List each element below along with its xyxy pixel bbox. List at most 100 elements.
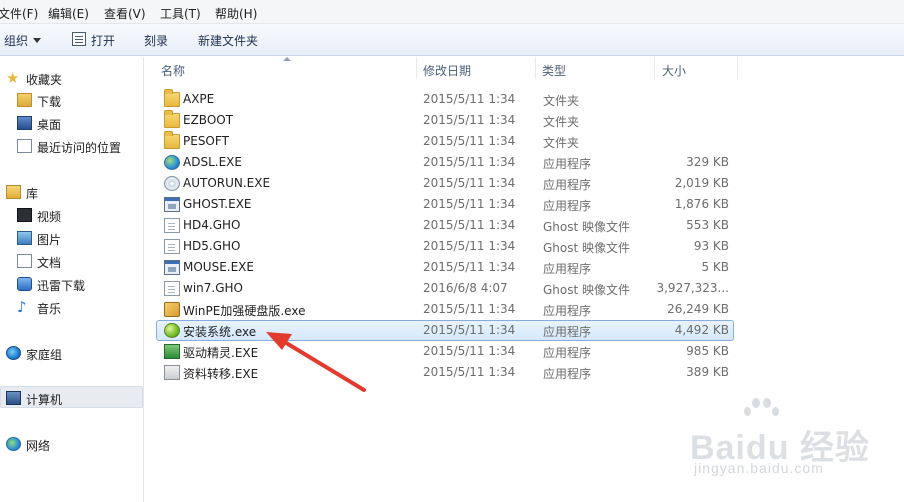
- file-row[interactable]: PESOFT 2015/5/11 1:34 文件夹: [156, 131, 734, 152]
- nav-item-desktop[interactable]: 桌面: [0, 112, 143, 134]
- file-name: AUTORUN.EXE: [183, 176, 271, 190]
- nav-item-libraries[interactable]: 库: [0, 181, 143, 203]
- music-note-icon: ♪: [17, 298, 27, 316]
- file-row[interactable]: 资料转移.EXE 2015/5/11 1:34 应用程序 389 KB: [156, 362, 734, 383]
- nav-label: 视频: [37, 210, 62, 224]
- file-type: Ghost 映像文件: [543, 283, 631, 297]
- chevron-down-icon: [33, 38, 42, 43]
- column-header-type[interactable]: 类型: [536, 57, 654, 81]
- cd-app-icon: [164, 176, 180, 191]
- file-name: WinPE加强硬盘版.exe: [183, 304, 306, 318]
- organize-button[interactable]: 组织: [4, 32, 42, 49]
- file-date: 2016/6/8 4:07: [423, 281, 508, 295]
- column-divider[interactable]: [737, 57, 738, 79]
- network-icon: [6, 437, 21, 451]
- desktop-icon: [17, 116, 32, 130]
- file-size: 3,927,323...: [656, 281, 729, 295]
- file-name: PESOFT: [183, 134, 229, 148]
- video-icon: [17, 208, 32, 222]
- menu-help[interactable]: 帮助(H): [215, 5, 257, 22]
- file-type: 文件夹: [543, 115, 580, 129]
- file-row[interactable]: GHOST.EXE 2015/5/11 1:34 应用程序 1,876 KB: [156, 194, 734, 215]
- recent-places-icon: [17, 139, 32, 153]
- menu-edit[interactable]: 编辑(E): [48, 5, 89, 22]
- file-date: 2015/5/11 1:34: [423, 155, 516, 169]
- file-size: 4,492 KB: [674, 323, 729, 337]
- file-size: 26,249 KB: [667, 302, 729, 316]
- nav-item-network[interactable]: 网络: [0, 433, 143, 455]
- file-type: 应用程序: [543, 178, 592, 192]
- file-date: 2015/5/11 1:34: [423, 92, 516, 106]
- file-row[interactable]: MOUSE.EXE 2015/5/11 1:34 应用程序 5 KB: [156, 257, 734, 278]
- file-size: 389 KB: [686, 365, 729, 379]
- file-row[interactable]: win7.GHO 2016/6/8 4:07 Ghost 映像文件 3,927,…: [156, 278, 734, 299]
- nav-item-documents[interactable]: 文档: [0, 250, 143, 272]
- nav-item-videos[interactable]: 视频: [0, 204, 143, 226]
- file-row[interactable]: WinPE加强硬盘版.exe 2015/5/11 1:34 应用程序 26,24…: [156, 299, 734, 320]
- column-label: 修改日期: [423, 64, 472, 78]
- file-row-selected[interactable]: 安装系统.exe 2015/5/11 1:34 应用程序 4,492 KB: [156, 320, 734, 341]
- file-row[interactable]: HD4.GHO 2015/5/11 1:34 Ghost 映像文件 553 KB: [156, 215, 734, 236]
- file-size: 553 KB: [686, 218, 729, 232]
- document-icon: [164, 281, 180, 296]
- file-size: 5 KB: [701, 260, 729, 274]
- menu-file[interactable]: 文件(F): [0, 5, 38, 22]
- nav-item-pictures[interactable]: 图片: [0, 227, 143, 249]
- file-type: 应用程序: [543, 325, 592, 339]
- nav-item-thunder[interactable]: 迅雷下载: [0, 273, 143, 295]
- column-header-name[interactable]: 名称: [156, 57, 416, 81]
- nav-item-downloads[interactable]: 下载: [0, 89, 143, 111]
- file-date: 2015/5/11 1:34: [423, 218, 516, 232]
- file-name: 驱动精灵.EXE: [183, 346, 259, 360]
- window-app-icon: [164, 260, 180, 275]
- file-size: 985 KB: [686, 344, 729, 358]
- file-type: 应用程序: [543, 157, 592, 171]
- file-type: 应用程序: [543, 346, 592, 360]
- transfer-app-icon: [164, 365, 180, 380]
- column-label: 大小: [662, 64, 687, 78]
- column-header-date[interactable]: 修改日期: [417, 57, 535, 81]
- file-date: 2015/5/11 1:34: [423, 113, 516, 127]
- column-label: 类型: [542, 64, 567, 78]
- file-name: EZBOOT: [183, 113, 234, 127]
- file-date: 2015/5/11 1:34: [423, 302, 516, 316]
- nav-item-computer[interactable]: 计算机: [0, 386, 143, 408]
- folder-icon: [164, 110, 180, 128]
- nav-label: 桌面: [37, 118, 62, 132]
- menu-tools[interactable]: 工具(T): [160, 5, 201, 22]
- nav-item-favorites[interactable]: ★ 收藏夹: [0, 67, 143, 89]
- file-date: 2015/5/11 1:34: [423, 239, 516, 253]
- file-type: 文件夹: [543, 136, 580, 150]
- file-name: 资料转移.EXE: [183, 367, 259, 381]
- file-row[interactable]: AUTORUN.EXE 2015/5/11 1:34 应用程序 2,019 KB: [156, 173, 734, 194]
- star-icon: ★: [6, 69, 20, 87]
- file-row[interactable]: HD5.GHO 2015/5/11 1:34 Ghost 映像文件 93 KB: [156, 236, 734, 257]
- globe-app-icon: [164, 155, 180, 170]
- file-type: 应用程序: [543, 199, 592, 213]
- file-name: AXPE: [183, 92, 215, 106]
- document-icon: [164, 239, 180, 254]
- window-app-icon: [164, 197, 180, 212]
- menu-bar: 文件(F) 编辑(E) 查看(V) 工具(T) 帮助(H): [0, 0, 904, 24]
- watermark-url: jingyan.baidu.com: [694, 460, 824, 476]
- file-row[interactable]: ADSL.EXE 2015/5/11 1:34 应用程序 329 KB: [156, 152, 734, 173]
- file-row[interactable]: EZBOOT 2015/5/11 1:34 文件夹: [156, 110, 734, 131]
- nav-item-recent[interactable]: 最近访问的位置: [0, 135, 143, 157]
- column-header-size[interactable]: 大小: [655, 57, 737, 81]
- file-row[interactable]: AXPE 2015/5/11 1:34 文件夹: [156, 89, 734, 110]
- file-name: HD5.GHO: [183, 239, 241, 253]
- file-date: 2015/5/11 1:34: [423, 197, 516, 211]
- file-type: Ghost 映像文件: [543, 220, 631, 234]
- open-button[interactable]: 打开: [91, 32, 115, 49]
- burn-button[interactable]: 刻录: [144, 32, 168, 49]
- file-row[interactable]: 驱动精灵.EXE 2015/5/11 1:34 应用程序 985 KB: [156, 341, 734, 362]
- nav-label: 音乐: [37, 302, 62, 316]
- nav-item-music[interactable]: ♪ 音乐: [0, 296, 143, 318]
- menu-view[interactable]: 查看(V): [104, 5, 146, 22]
- thunder-download-icon: [17, 277, 32, 291]
- new-folder-button[interactable]: 新建文件夹: [198, 32, 258, 49]
- column-label: 名称: [161, 64, 186, 78]
- file-date: 2015/5/11 1:34: [423, 344, 516, 358]
- nav-item-homegroup[interactable]: 家庭组: [0, 342, 143, 364]
- nav-label: 图片: [37, 233, 62, 247]
